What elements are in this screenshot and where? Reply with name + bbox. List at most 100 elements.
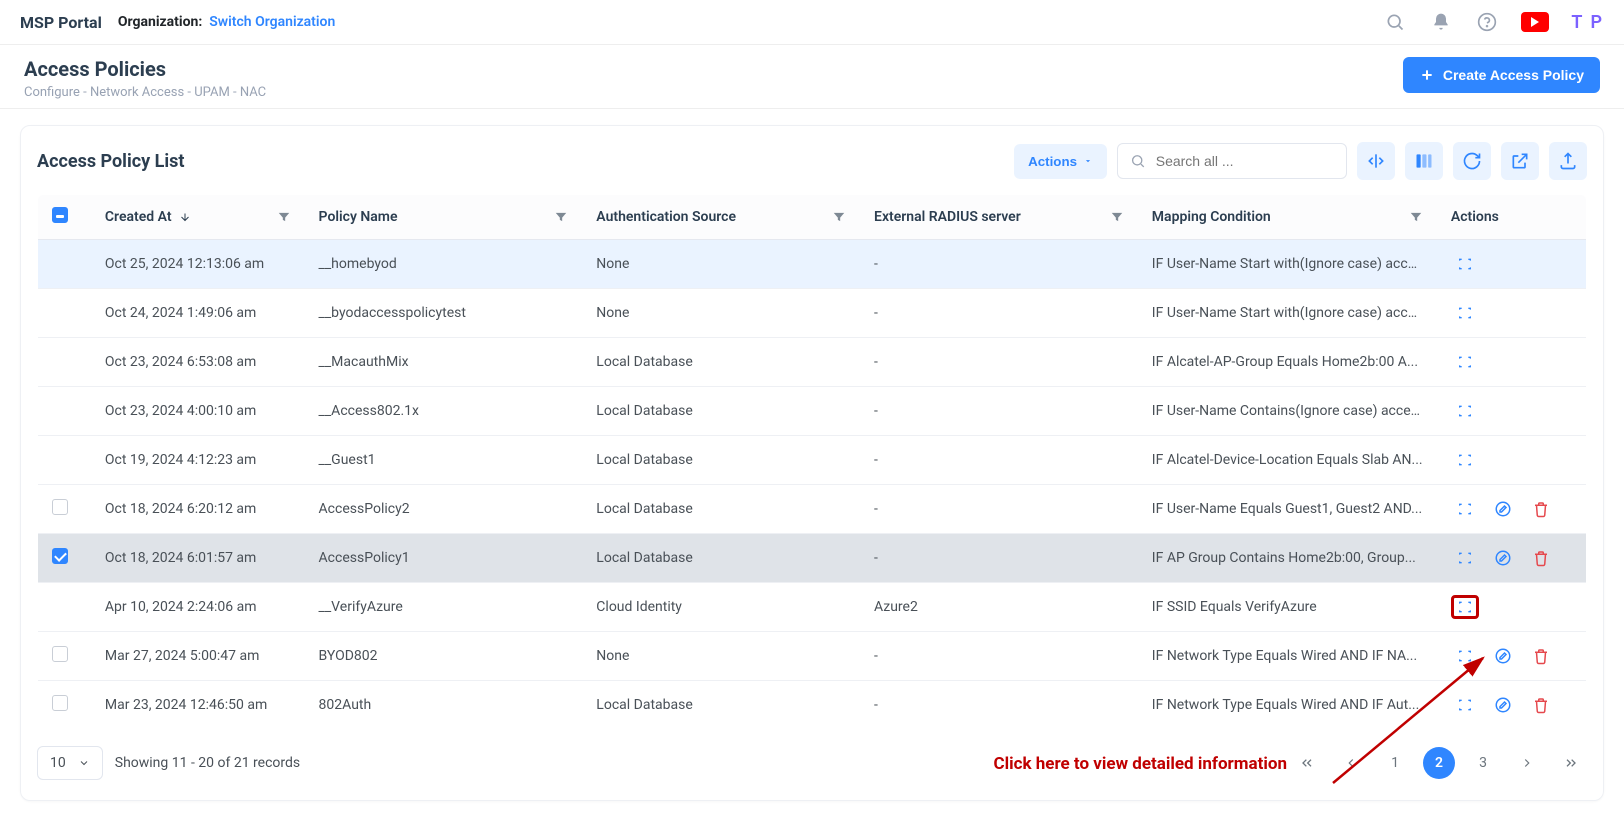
- search-input[interactable]: [1156, 153, 1334, 169]
- youtube-icon[interactable]: [1521, 12, 1549, 32]
- view-details-button[interactable]: [1451, 301, 1479, 325]
- view-details-button[interactable]: [1451, 399, 1479, 423]
- view-details-button[interactable]: [1451, 350, 1479, 374]
- delete-button[interactable]: [1527, 546, 1555, 570]
- search-icon[interactable]: [1383, 10, 1407, 34]
- table-row[interactable]: Oct 18, 2024 6:01:57 amAccessPolicy1Loca…: [38, 534, 1587, 583]
- search-icon: [1130, 152, 1146, 170]
- cell-created: Oct 18, 2024 6:01:57 am: [91, 534, 305, 583]
- cell-map: IF AP Group Contains Home2b:00, Group...: [1138, 534, 1437, 583]
- toolbar: Actions: [1014, 142, 1587, 180]
- policy-table: Created At Policy Name Authentication So…: [37, 194, 1587, 730]
- page-title: Access Policies: [24, 57, 266, 81]
- cell-auth: None: [582, 632, 860, 681]
- next-page-button[interactable]: [1511, 747, 1543, 779]
- last-page-button[interactable]: [1555, 747, 1587, 779]
- delete-button[interactable]: [1527, 497, 1555, 521]
- table-row[interactable]: Oct 25, 2024 12:13:06 am__homebyodNone-I…: [38, 240, 1587, 289]
- row-checkbox[interactable]: [52, 695, 68, 711]
- create-button-label: Create Access Policy: [1443, 67, 1584, 83]
- create-access-policy-button[interactable]: Create Access Policy: [1403, 57, 1600, 93]
- cell-map: IF Alcatel-Device-Location Equals Slab A…: [1138, 436, 1437, 485]
- row-checkbox[interactable]: [52, 548, 68, 564]
- table-row[interactable]: Mar 27, 2024 5:00:47 amBYOD802None-IF Ne…: [38, 632, 1587, 681]
- page-number-2[interactable]: 2: [1423, 747, 1455, 779]
- filter-icon[interactable]: [1409, 210, 1423, 224]
- cell-name: __homebyod: [305, 240, 583, 289]
- upload-button[interactable]: [1549, 142, 1587, 180]
- view-details-button[interactable]: [1451, 497, 1479, 521]
- cell-name: __Access802.1x: [305, 387, 583, 436]
- bell-icon[interactable]: [1429, 10, 1453, 34]
- view-details-button[interactable]: [1451, 252, 1479, 276]
- breadcrumb: Configure - Network Access - UPAM - NAC: [24, 85, 266, 100]
- col-header-map[interactable]: Mapping Condition: [1138, 195, 1437, 240]
- delete-button[interactable]: [1527, 693, 1555, 717]
- table-row[interactable]: Oct 23, 2024 4:00:10 am__Access802.1xLoc…: [38, 387, 1587, 436]
- search-field[interactable]: [1117, 143, 1347, 179]
- resize-columns-button[interactable]: [1357, 142, 1395, 180]
- table-row[interactable]: Oct 24, 2024 1:49:06 am__byodaccesspolic…: [38, 289, 1587, 338]
- edit-button[interactable]: [1489, 497, 1517, 521]
- cell-ext: Azure2: [860, 583, 1138, 632]
- cell-created: Apr 10, 2024 2:24:06 am: [91, 583, 305, 632]
- cell-map: IF Alcatel-AP-Group Equals Home2b:00 A..…: [1138, 338, 1437, 387]
- col-header-ext[interactable]: External RADIUS server: [860, 195, 1138, 240]
- pager: 123: [1291, 747, 1587, 779]
- page-head: Access Policies Configure - Network Acce…: [0, 45, 1624, 109]
- export-button[interactable]: [1501, 142, 1539, 180]
- page-number-3[interactable]: 3: [1467, 747, 1499, 779]
- table-row[interactable]: Oct 18, 2024 6:20:12 amAccessPolicy2Loca…: [38, 485, 1587, 534]
- filter-icon[interactable]: [1110, 210, 1124, 224]
- table-footer: 10 Showing 11 - 20 of 21 records Click h…: [37, 746, 1587, 780]
- chevron-down-icon: [78, 757, 90, 769]
- cell-name: 802Auth: [305, 681, 583, 730]
- column-settings-button[interactable]: [1405, 142, 1443, 180]
- actions-label: Actions: [1028, 154, 1077, 169]
- bulk-actions-dropdown[interactable]: Actions: [1014, 144, 1107, 179]
- table-body: Oct 25, 2024 12:13:06 am__homebyodNone-I…: [38, 240, 1587, 730]
- cell-map: IF Network Type Equals Wired AND IF Aut.…: [1138, 681, 1437, 730]
- cell-created: Oct 23, 2024 6:53:08 am: [91, 338, 305, 387]
- cell-auth: Cloud Identity: [582, 583, 860, 632]
- prev-page-button[interactable]: [1335, 747, 1367, 779]
- cell-created: Oct 24, 2024 1:49:06 am: [91, 289, 305, 338]
- table-row[interactable]: Oct 23, 2024 6:53:08 am__MacauthMixLocal…: [38, 338, 1587, 387]
- edit-button[interactable]: [1489, 693, 1517, 717]
- refresh-button[interactable]: [1453, 142, 1491, 180]
- delete-button[interactable]: [1527, 644, 1555, 668]
- filter-icon[interactable]: [832, 210, 846, 224]
- row-checkbox[interactable]: [52, 499, 68, 515]
- col-header-name[interactable]: Policy Name: [305, 195, 583, 240]
- col-header-created[interactable]: Created At: [91, 195, 305, 240]
- filter-icon[interactable]: [277, 210, 291, 224]
- view-details-button[interactable]: [1451, 644, 1479, 668]
- chevron-down-icon: [1083, 156, 1093, 166]
- switch-organization-link[interactable]: Switch Organization: [209, 14, 335, 30]
- table-row[interactable]: Mar 23, 2024 12:46:50 am802AuthLocal Dat…: [38, 681, 1587, 730]
- cell-auth: Local Database: [582, 338, 860, 387]
- view-details-button[interactable]: [1451, 546, 1479, 570]
- page-size-value: 10: [50, 755, 66, 771]
- help-icon[interactable]: [1475, 10, 1499, 34]
- filter-icon[interactable]: [554, 210, 568, 224]
- table-row[interactable]: Apr 10, 2024 2:24:06 am__VerifyAzureClou…: [38, 583, 1587, 632]
- edit-button[interactable]: [1489, 644, 1517, 668]
- first-page-button[interactable]: [1291, 747, 1323, 779]
- cell-map: IF Network Type Equals Wired AND IF NA..…: [1138, 632, 1437, 681]
- cell-name: __VerifyAzure: [305, 583, 583, 632]
- organization-label: Organization:: [118, 14, 202, 30]
- select-all-checkbox[interactable]: [52, 207, 68, 223]
- avatar[interactable]: T P: [1571, 12, 1604, 33]
- view-details-button[interactable]: [1451, 448, 1479, 472]
- page-number-1[interactable]: 1: [1379, 747, 1411, 779]
- sort-desc-icon: [179, 211, 191, 223]
- row-checkbox[interactable]: [52, 646, 68, 662]
- table-row[interactable]: Oct 19, 2024 4:12:23 am__Guest1Local Dat…: [38, 436, 1587, 485]
- col-header-auth[interactable]: Authentication Source: [582, 195, 860, 240]
- view-details-button[interactable]: [1451, 595, 1479, 619]
- edit-button[interactable]: [1489, 546, 1517, 570]
- view-details-button[interactable]: [1451, 693, 1479, 717]
- page-size-select[interactable]: 10: [37, 746, 103, 780]
- cell-name: AccessPolicy2: [305, 485, 583, 534]
